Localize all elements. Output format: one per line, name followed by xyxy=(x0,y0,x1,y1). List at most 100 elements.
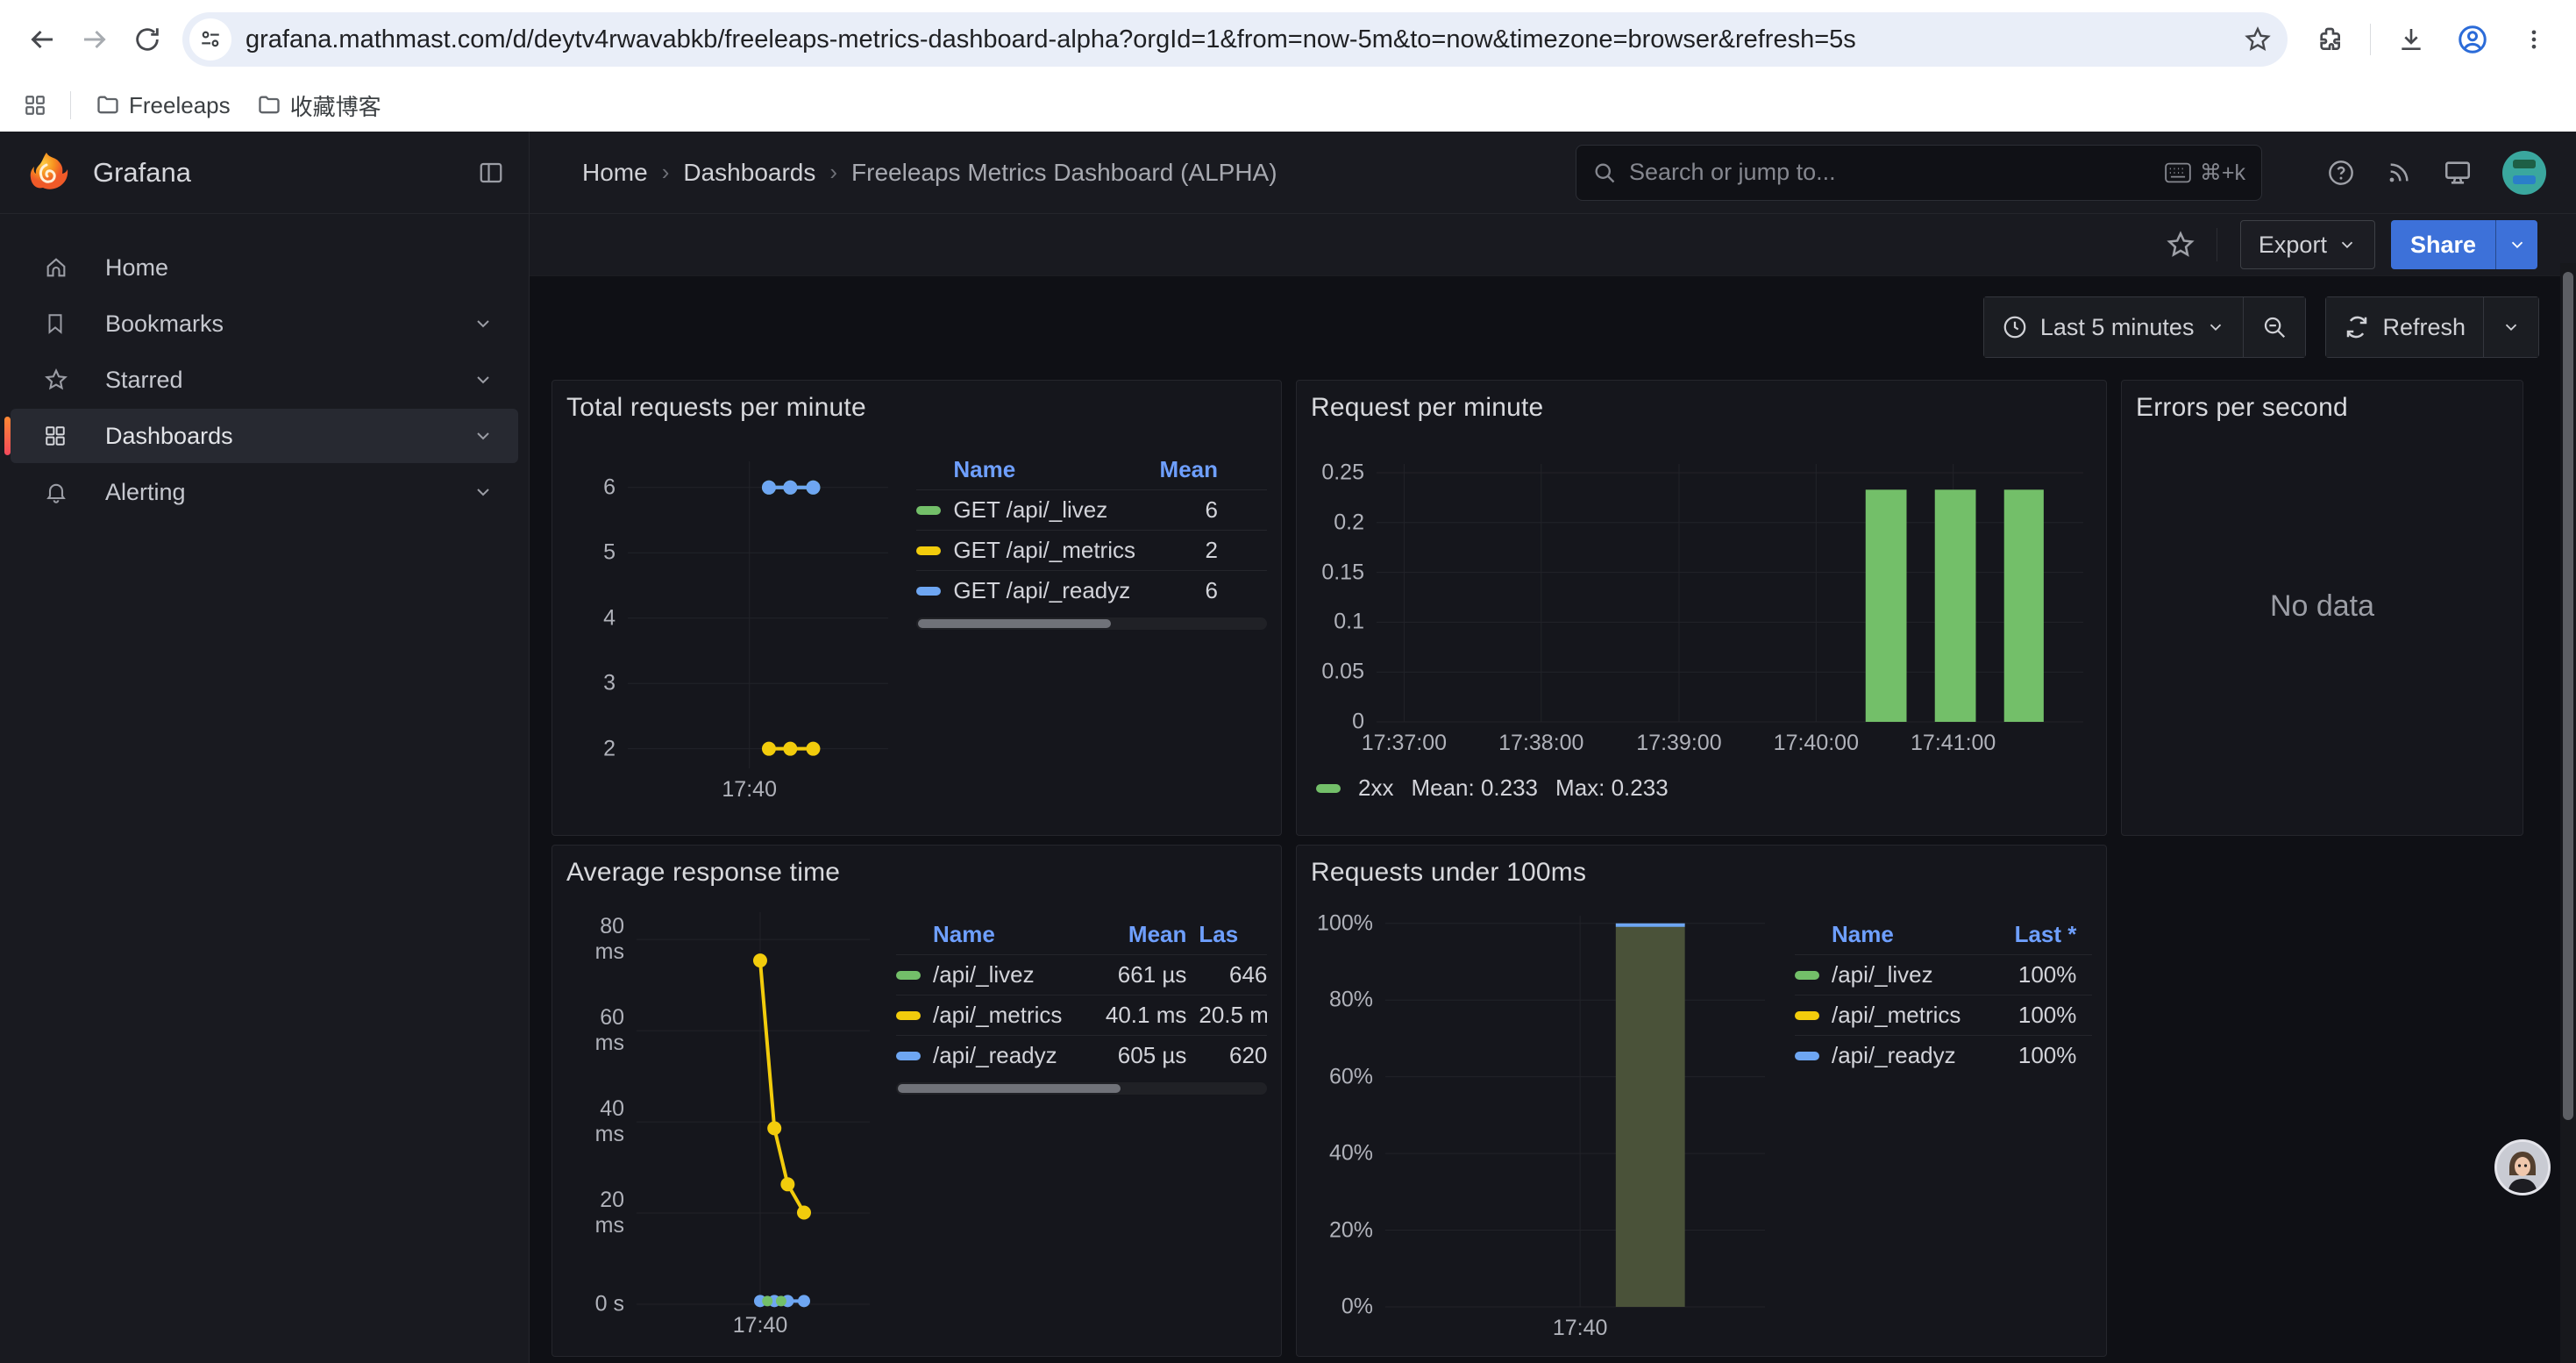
panel-legend: Name Mean Las /api/_livez 661 µs 646 /ap… xyxy=(896,914,1267,1345)
chevron-down-icon[interactable] xyxy=(473,482,494,503)
dashboards-grid-icon xyxy=(44,425,70,447)
panel-errors-per-second: Errors per second No data xyxy=(2121,380,2523,836)
help-button[interactable] xyxy=(2327,159,2355,187)
profile-button[interactable] xyxy=(2446,13,2499,66)
legend-row[interactable]: /api/_readyz 100% xyxy=(1795,1035,2092,1075)
y-axis-tick-label: 0.25 xyxy=(1311,460,1364,485)
browser-menu-button[interactable] xyxy=(2508,13,2560,66)
sidebar-collapse-button[interactable] xyxy=(478,160,504,186)
legend-row[interactable]: /api/_metrics 40.1 ms 20.5 m xyxy=(896,995,1267,1035)
folder-icon xyxy=(257,93,281,118)
y-axis-tick-label: 0.1 xyxy=(1311,610,1364,635)
panel-title[interactable]: Total requests per minute xyxy=(566,393,1267,423)
chevron-down-icon[interactable] xyxy=(473,369,494,390)
legend-scrollbar-thumb[interactable] xyxy=(918,619,1111,628)
sidebar-item-bookmarks[interactable]: Bookmarks xyxy=(11,296,518,351)
back-arrow-icon xyxy=(26,24,58,55)
legend-column-mean[interactable]: Mean xyxy=(1135,456,1267,483)
y-axis-tick-label: 40% xyxy=(1311,1141,1373,1167)
downloads-button[interactable] xyxy=(2385,13,2437,66)
address-bar[interactable]: grafana.mathmast.com/d/deytv4rwavabkb/fr… xyxy=(182,12,2288,67)
legend-column-last[interactable]: Las xyxy=(1193,921,1267,948)
y-axis-tick-label: 0% xyxy=(1311,1295,1373,1320)
back-button[interactable] xyxy=(16,13,68,66)
site-info-button[interactable] xyxy=(189,18,231,61)
url-text[interactable]: grafana.mathmast.com/d/deytv4rwavabkb/fr… xyxy=(246,25,2244,54)
chevron-down-icon[interactable] xyxy=(473,313,494,334)
bookmark-folder-freeleaps[interactable]: Freeleaps xyxy=(85,87,241,125)
reload-button[interactable] xyxy=(121,13,174,66)
y-axis-tick-label: 60% xyxy=(1311,1064,1373,1089)
sidebar-item-dashboards[interactable]: Dashboards xyxy=(11,409,518,463)
legend-row[interactable]: /api/_livez 100% xyxy=(1795,954,2092,995)
y-axis-tick-label: 20 ms xyxy=(566,1188,624,1238)
legend-scrollbar-thumb[interactable] xyxy=(898,1084,1121,1093)
legend-scrollbar[interactable] xyxy=(896,1082,1267,1095)
total-requests-chart[interactable]: 2345617:40 xyxy=(566,461,899,805)
sidebar-item-alerting[interactable]: Alerting xyxy=(11,465,518,519)
chevron-down-icon[interactable] xyxy=(473,425,494,446)
panel-title[interactable]: Errors per second xyxy=(2136,393,2508,423)
search-input[interactable]: Search or jump to... ⌘+k xyxy=(1576,145,2262,201)
series-name: GET /api/_readyz xyxy=(953,577,1130,604)
legend-row[interactable]: /api/_readyz 605 µs 620 xyxy=(896,1035,1267,1075)
series-name[interactable]: 2xx xyxy=(1358,774,1393,802)
kiosk-mode-button[interactable] xyxy=(2443,158,2473,188)
scrollbar-thumb[interactable] xyxy=(2563,272,2573,1120)
export-button[interactable]: Export xyxy=(2240,220,2375,269)
y-axis-tick-label: 0.2 xyxy=(1311,510,1364,535)
panel-requests-under-100ms: Requests under 100ms 0%20%40%60%80%100%1… xyxy=(1296,845,2107,1357)
series-max: Max: 0.233 xyxy=(1555,774,1669,802)
time-range-picker[interactable]: Last 5 minutes xyxy=(1983,296,2245,358)
extensions-button[interactable] xyxy=(2303,13,2356,66)
grafana-logo[interactable] xyxy=(25,151,68,195)
panel-title[interactable]: Average response time xyxy=(566,858,1267,888)
requests-under-100ms-chart[interactable]: 0%20%40%60%80%100%17:40 xyxy=(1311,916,1774,1347)
legend-row[interactable]: GET /api/_metrics 2 xyxy=(916,530,1267,570)
panel-title[interactable]: Request per minute xyxy=(1311,393,2092,423)
legend-column-name[interactable]: Name xyxy=(916,456,1135,483)
y-axis-tick-label: 80 ms xyxy=(566,914,624,965)
legend-row[interactable]: GET /api/_readyz 6 xyxy=(916,570,1267,610)
legend-row[interactable]: /api/_metrics 100% xyxy=(1795,995,2092,1035)
share-button[interactable]: Share xyxy=(2391,220,2495,269)
panel-total-requests: Total requests per minute 2345617:40 Nam… xyxy=(551,380,1282,836)
chevron-down-icon xyxy=(2508,235,2527,254)
legend-column-mean[interactable]: Mean xyxy=(1062,921,1193,948)
y-axis-tick-label: 40 ms xyxy=(566,1096,624,1147)
apps-grid-button[interactable] xyxy=(14,84,56,126)
series-color-swatch xyxy=(1795,1052,1819,1060)
page-scrollbar[interactable] xyxy=(2560,263,2576,1363)
sidebar-item-home[interactable]: Home xyxy=(11,240,518,295)
legend-scrollbar[interactable] xyxy=(916,617,1267,630)
legend-column-last[interactable]: Last * xyxy=(1960,921,2092,948)
zoom-out-button[interactable] xyxy=(2244,296,2306,358)
breadcrumb-home[interactable]: Home xyxy=(582,159,648,187)
sidebar-item-starred[interactable]: Starred xyxy=(11,353,518,407)
share-menu-button[interactable] xyxy=(2495,220,2537,269)
legend-column-name[interactable]: Name xyxy=(896,921,1062,948)
series-name: /api/_readyz xyxy=(933,1042,1057,1069)
floating-assistant-avatar[interactable] xyxy=(2494,1139,2551,1195)
bookmark-folder-blog[interactable]: 收藏博客 xyxy=(246,84,392,127)
breadcrumb-dashboards[interactable]: Dashboards xyxy=(683,159,815,187)
folder-icon xyxy=(96,93,120,118)
legend-column-name[interactable]: Name xyxy=(1795,921,1960,948)
average-response-time-chart[interactable]: 0 s20 ms40 ms60 ms80 ms17:40 xyxy=(566,912,880,1345)
legend-row[interactable]: /api/_livez 661 µs 646 xyxy=(896,954,1267,995)
bookmark-star-button[interactable] xyxy=(2244,25,2272,54)
series-mean: Mean: 0.233 xyxy=(1411,774,1538,802)
forward-button[interactable] xyxy=(68,13,121,66)
bell-icon xyxy=(44,480,70,504)
request-per-minute-chart[interactable]: 00.050.10.150.20.2517:37:0017:38:0017:39… xyxy=(1311,464,2092,762)
user-avatar[interactable] xyxy=(2502,151,2546,195)
y-axis-tick-label: 3 xyxy=(566,671,616,696)
refresh-button[interactable]: Refresh xyxy=(2325,296,2484,358)
star-icon xyxy=(2244,25,2272,54)
y-axis-tick-label: 0 xyxy=(1311,710,1364,735)
legend-row[interactable]: GET /api/_livez 6 xyxy=(916,489,1267,530)
panel-title[interactable]: Requests under 100ms xyxy=(1311,858,2092,888)
news-button[interactable] xyxy=(2385,159,2413,187)
favorite-dashboard-button[interactable] xyxy=(2166,230,2195,260)
refresh-interval-button[interactable] xyxy=(2484,296,2539,358)
